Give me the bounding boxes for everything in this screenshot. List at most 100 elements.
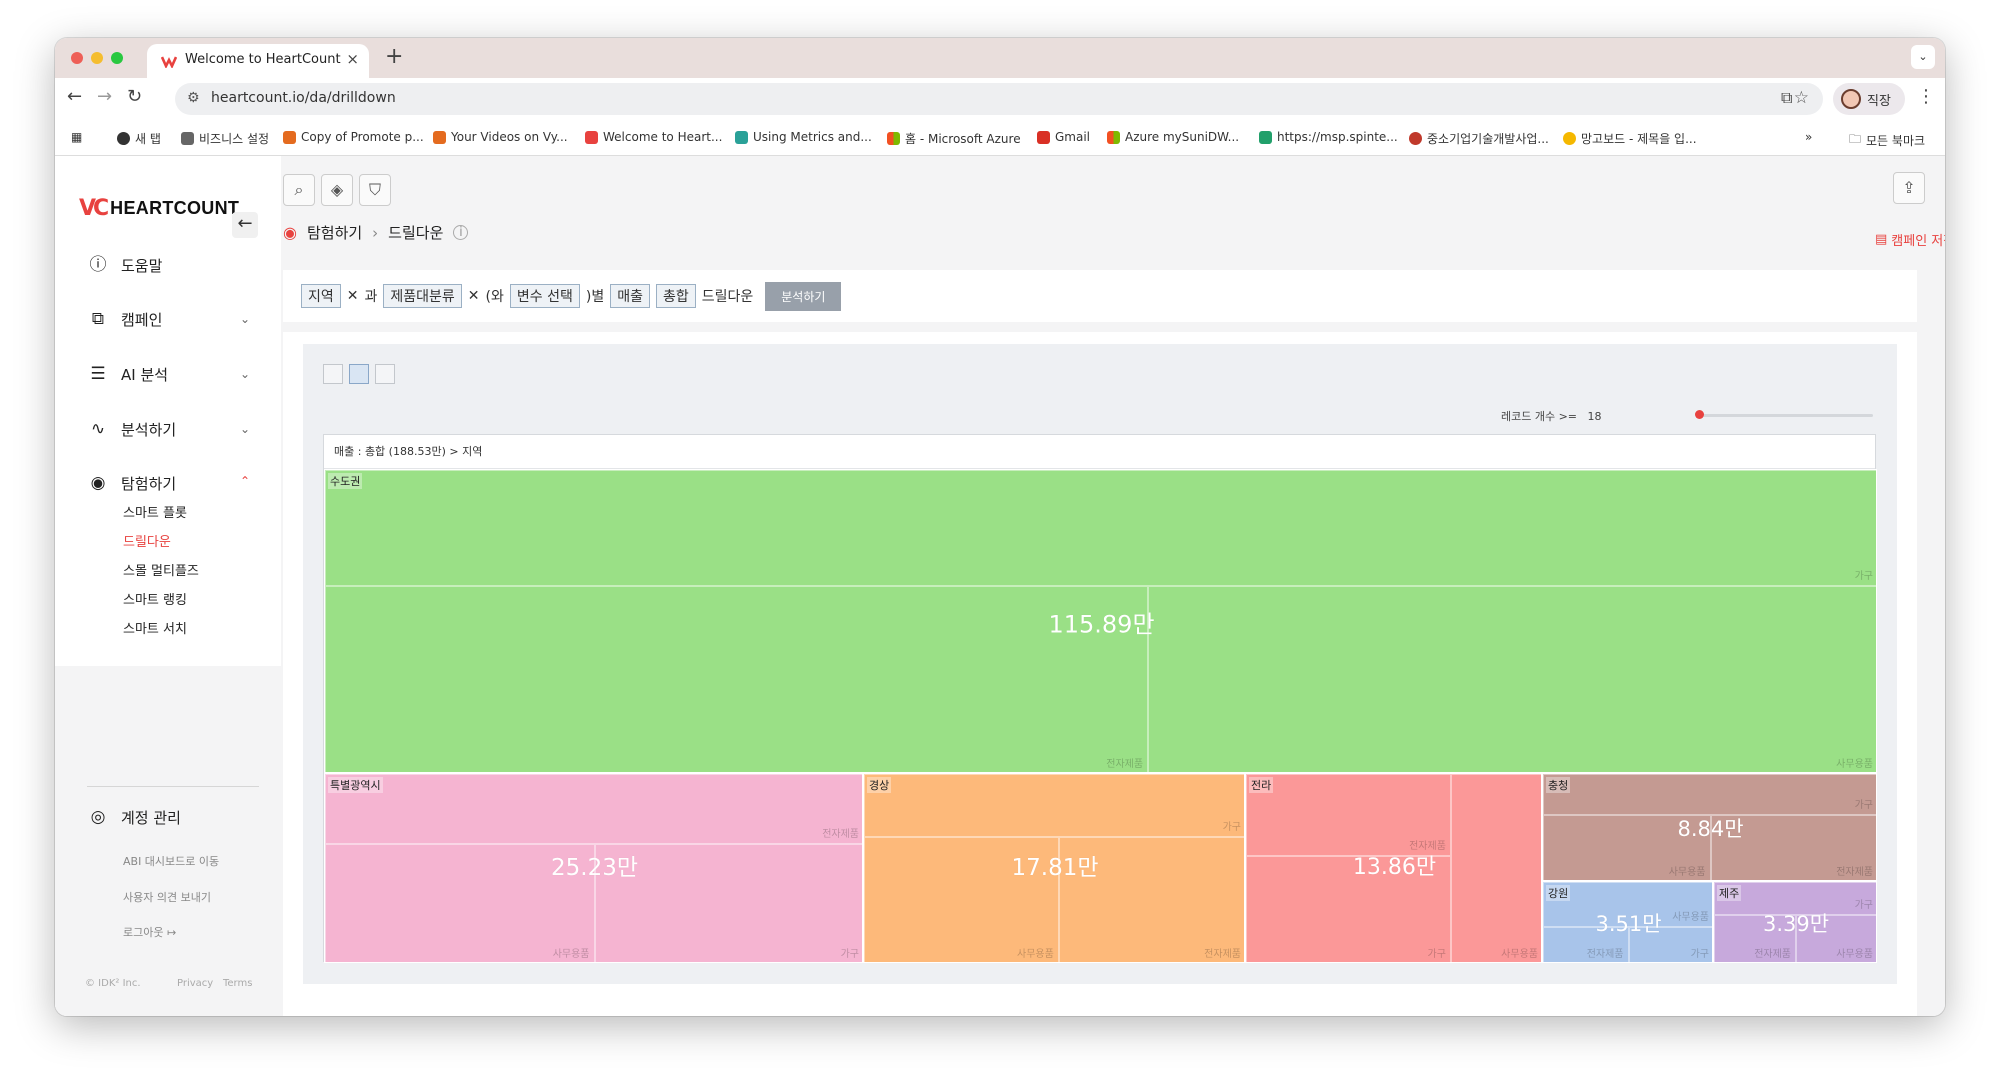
back-icon[interactable]: ← [67,86,82,107]
treemap-region-name: 수도권 [328,473,363,489]
main-area: ⌕ ◈ ⛉ ⇪ ◉ 탐험하기 › 드릴다운 i ▤ 캠페인 저장 지역 ✕ 과 … [281,156,1945,1016]
sidebar-sub-smart-search[interactable]: 스마트 서치 [123,618,187,637]
treemap-cell[interactable]: 전자제품 [325,774,862,845]
abi-dashboard-link[interactable]: ABI 대시보드로 이동 [123,853,219,869]
treemap-region[interactable]: 가구 사무용품 전자제품 경상 17.81만 [863,773,1245,963]
info-icon[interactable]: i [453,225,469,240]
maximize-window-button[interactable] [111,52,123,64]
chevron-down-icon[interactable]: ⌄ [240,367,250,381]
share-icon[interactable]: ⇪ [1893,172,1925,204]
tab-close-icon[interactable]: × [346,50,359,68]
query-text: 과 [364,289,378,305]
analyze-button[interactable]: 분석하기 [765,281,842,311]
record-count-slider[interactable] [1698,414,1873,417]
record-count-slider-thumb[interactable] [1695,410,1704,419]
korea-flag-icon [1409,132,1422,145]
sidebar-item-help[interactable]: ⓘ 도움말 [87,254,163,276]
extensions-icon[interactable]: ⧉ [1781,88,1792,108]
save-campaign-label: 캠페인 저장 [1891,234,1945,249]
more-bookmarks-button[interactable]: » [1805,130,1812,144]
tab-search-button[interactable]: ⌄ [1911,45,1935,69]
treemap-region[interactable]: 전자제품 가구 사무용품 전라 13.86만 [1245,773,1542,963]
treemap-region[interactable]: 가구 전자제품 사무용품 수도권 115.89만 [324,469,1877,773]
bookmark-item[interactable]: 중소기업기술개발사업... [1409,130,1549,147]
breadcrumb-parent[interactable]: 탐험하기 [307,222,362,243]
sidebar-item-campaign[interactable]: ⧉ 캠페인 [87,308,162,330]
bookmark-item[interactable]: 새 탭 [117,130,161,147]
browser-tab[interactable]: Welcome to HeartCount × [147,44,369,78]
close-window-button[interactable] [71,52,83,64]
treemap-panel: 레코드 개수 >= 18 매출 : 총합 (188.53만) > 지역 가구 전자… [303,344,1897,984]
treemap-region[interactable]: 가구 사무용품 전자제품 충청 8.84만 [1542,773,1877,881]
heartcount-logo[interactable]: VC HEARTCOUNT [79,196,239,221]
sidebar-item-ai-analysis[interactable]: ☰ AI 분석 [87,363,168,385]
treemap-cell-label: 사무용품 [1017,948,1054,960]
sidebar-item-explore[interactable]: ◉ 탐험하기 [87,472,177,494]
reload-icon[interactable]: ↻ [127,86,142,107]
treemap-cell[interactable]: 사무용품 [1148,585,1876,772]
sidebar-sub-small-multiples[interactable]: 스몰 멀티플즈 [123,560,199,579]
bookmark-item[interactable]: Copy of Promote p... [283,130,424,144]
sidebar-sub-drilldown[interactable]: 드릴다운 [123,531,171,550]
all-bookmarks-button[interactable]: 🗀 모든 북마크 [1849,130,1925,151]
treemap-cell[interactable]: 전자제품 [1246,774,1451,856]
treemap-cell[interactable]: 전자제품 [325,585,1149,772]
remove-region-icon[interactable]: ✕ [347,288,359,304]
privacy-link[interactable]: Privacy [177,978,213,989]
remove-category-icon[interactable]: ✕ [468,288,480,304]
browser-menu-icon[interactable]: ⋮ [1917,86,1935,107]
paint-bucket-icon[interactable]: ◈ [321,174,353,206]
bookmark-item[interactable]: Your Videos on Vy... [433,130,568,144]
region-chip[interactable]: 지역 [301,284,341,308]
bookmark-item[interactable]: Gmail [1037,130,1090,144]
new-tab-button[interactable]: + [385,44,403,69]
measure-chip[interactable]: 매출 [610,284,650,308]
filter-icon[interactable]: ⛉ [359,174,391,206]
view-toggle [323,364,395,384]
treemap-cell[interactable]: 가구 [325,470,1876,586]
treemap-region[interactable]: 가구 전자제품 사무용품 제주 3.39만 [1713,881,1877,963]
treemap-view-icon[interactable] [349,364,369,384]
variable-select-chip[interactable]: 변수 선택 [509,284,580,308]
save-campaign-button[interactable]: ▤ 캠페인 저장 [1875,230,1945,249]
bookmark-item[interactable]: 홈 - Microsoft Azure [887,130,1021,147]
sidebar-item-analyze[interactable]: ∿ 분석하기 [87,418,176,440]
bookmark-item[interactable]: https://msp.spinte... [1259,130,1398,144]
collapse-sidebar-icon[interactable]: ← [232,212,258,238]
treemap-cell[interactable]: 가구 [864,774,1244,837]
treemap-region[interactable]: 전자제품 사무용품 가구 특별광역시 25.23만 [324,773,863,963]
sidebar-sub-smart-plot[interactable]: 스마트 플롯 [123,502,187,521]
category-chip[interactable]: 제품대분류 [383,284,462,308]
chevron-down-icon[interactable]: ⌄ [240,422,250,436]
treemap-cell[interactable]: 사무용품 [1450,774,1541,962]
feedback-link[interactable]: 사용자 의견 보내기 [123,889,211,905]
copyright: © IDK² Inc. [85,978,141,989]
microsoft-icon [887,132,900,145]
site-settings-icon[interactable]: ⚙ [187,90,200,106]
bookmark-item[interactable]: Azure mySuniDW... [1107,130,1239,144]
app-content: VC HEARTCOUNT ← ⓘ 도움말 ⧉ 캠페인 ⌄ ☰ AI 분석 ⌄ … [55,156,1945,1016]
bookmark-star-icon[interactable]: ☆ [1794,88,1809,108]
minimize-window-button[interactable] [91,52,103,64]
bookmark-item[interactable]: 비즈니스 설정 [181,130,269,147]
chevron-down-icon[interactable]: ⌄ [240,312,250,326]
apps-grid-icon[interactable]: ▦ [71,130,82,144]
split-view-icon[interactable] [375,364,395,384]
sidebar-sub-smart-ranking[interactable]: 스마트 랭킹 [123,589,187,608]
search-icon[interactable]: ⌕ [283,174,315,206]
table-view-icon[interactable] [323,364,343,384]
chevron-up-icon[interactable]: ⌃ [240,474,250,488]
account-settings[interactable]: ◎ 계정 관리 [87,806,181,828]
forward-icon[interactable]: → [97,86,112,107]
aggregation-chip[interactable]: 총합 [655,284,696,308]
bookmark-label: Copy of Promote p... [301,130,424,144]
terms-link[interactable]: Terms [223,978,252,989]
logout-link[interactable]: 로그아웃 ↦ [123,924,176,940]
treemap-cell[interactable]: 가구 [1543,774,1876,816]
bookmark-item[interactable]: Using Metrics and... [735,130,872,144]
profile-button[interactable]: 직장 [1833,83,1905,115]
bookmark-item[interactable]: 망고보드 - 제목을 입... [1563,130,1697,147]
treemap-region[interactable]: 사무용품 전자제품 가구 강원 3.51만 [1542,881,1713,963]
address-bar[interactable]: ⚙ heartcount.io/da/drilldown ☆ [175,83,1823,115]
bookmark-item[interactable]: Welcome to Heart... [585,130,722,144]
